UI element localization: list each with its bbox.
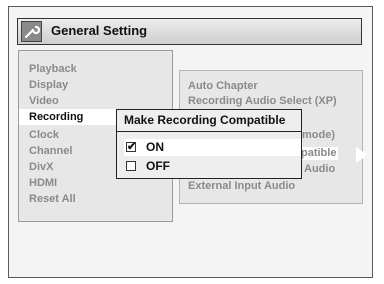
make-recording-compatible-dialog: Make Recording Compatible ✔ ON OFF: [116, 109, 302, 179]
page-title: General Setting: [51, 23, 148, 38]
submenu-item-auto-chapter[interactable]: Auto Chapter: [188, 80, 258, 93]
option-on-label: ON: [146, 140, 164, 154]
wrench-icon: [21, 21, 42, 42]
menu-item-hdmi[interactable]: HDMI: [29, 177, 57, 190]
menu-item-display[interactable]: Display: [29, 79, 68, 92]
menu-item-channel[interactable]: Channel: [29, 145, 72, 158]
option-off-label: OFF: [146, 159, 170, 173]
menu-item-playback[interactable]: Playback: [29, 63, 77, 76]
dialog-title: Make Recording Compatible: [117, 110, 301, 132]
title-bar: General Setting: [17, 18, 362, 45]
submenu-item-recording-audio-select[interactable]: Recording Audio Select (XP): [188, 95, 337, 108]
arrow-right-icon: [356, 147, 368, 163]
submenu-item-audio[interactable]: Audio: [304, 163, 335, 176]
option-off[interactable]: OFF: [124, 158, 301, 175]
submenu-item-mode[interactable]: mode): [302, 129, 335, 142]
submenu-item-compatible[interactable]: patible: [299, 147, 339, 160]
checkbox-checked-icon[interactable]: ✔: [126, 142, 136, 153]
menu-item-video[interactable]: Video: [29, 95, 59, 108]
submenu-item-external-input-audio[interactable]: External Input Audio: [188, 180, 295, 193]
menu-item-reset-all[interactable]: Reset All: [29, 193, 76, 206]
menu-item-divx[interactable]: DivX: [29, 161, 53, 174]
option-on[interactable]: ✔ ON: [124, 139, 301, 156]
checkbox-unchecked-icon[interactable]: [126, 161, 136, 171]
menu-item-clock[interactable]: Clock: [29, 129, 59, 142]
